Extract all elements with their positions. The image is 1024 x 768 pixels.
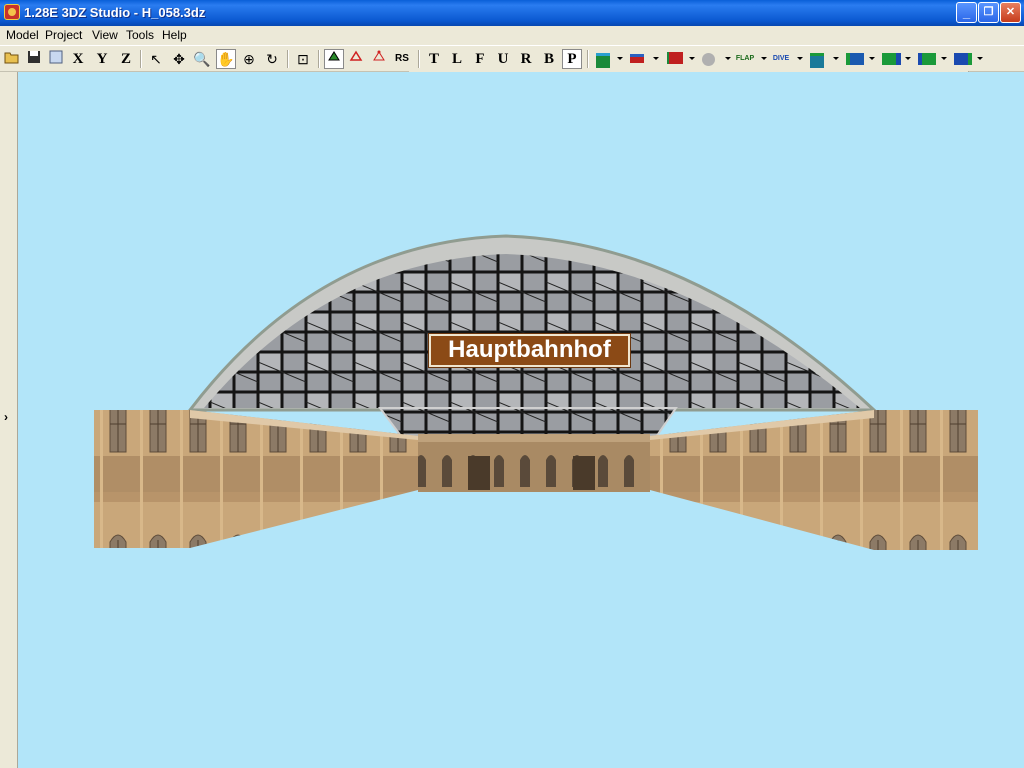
zoom-icon[interactable]: 🔍: [192, 49, 212, 69]
view-top-button[interactable]: T: [424, 49, 444, 69]
arrow-right-tool-icon[interactable]: [951, 49, 972, 69]
menu-model[interactable]: Model: [6, 28, 39, 42]
chevron-down-icon[interactable]: [797, 57, 803, 60]
separator: [418, 50, 420, 68]
separator: [318, 50, 320, 68]
grid-icon[interactable]: [46, 49, 66, 69]
scene-render: [94, 234, 978, 550]
axis-x-button[interactable]: X: [68, 49, 88, 69]
minimize-button[interactable]: _: [956, 2, 977, 23]
vertex-render-icon[interactable]: [369, 49, 389, 69]
circle-tool-icon[interactable]: [699, 49, 719, 69]
arrow-left-tool-icon[interactable]: [915, 49, 936, 69]
pan-hand-icon[interactable]: ✋: [216, 49, 236, 69]
flap-tool-button[interactable]: FLAP: [735, 49, 755, 69]
title-bar: 1.28E 3DZ Studio - H_058.3dz _ ❐ ✕: [0, 0, 1024, 26]
flag-tool-icon[interactable]: [663, 49, 683, 69]
block-tool-icon[interactable]: [843, 49, 864, 69]
menu-project[interactable]: Project: [45, 28, 82, 42]
main-toolbar: X Y Z ↖ ✥ 🔍 ✋ ⊕ ↻ ⊡ RS T L F U R B P FLA…: [0, 45, 1024, 72]
axis-z-button[interactable]: Z: [116, 49, 136, 69]
rail-tool-icon[interactable]: [627, 49, 647, 69]
separator: [587, 50, 589, 68]
chevron-down-icon[interactable]: [941, 57, 947, 60]
orbit-icon[interactable]: ⊕: [239, 49, 259, 69]
platform-tool-icon[interactable]: [807, 49, 827, 69]
window-title: 1.28E 3DZ Studio - H_058.3dz: [24, 5, 206, 20]
save-icon[interactable]: [24, 49, 44, 69]
chevron-down-icon[interactable]: [725, 57, 731, 60]
close-button[interactable]: ✕: [1000, 2, 1021, 23]
open-folder-icon[interactable]: [2, 49, 22, 69]
chevron-down-icon[interactable]: [833, 57, 839, 60]
view-under-button[interactable]: U: [493, 49, 513, 69]
chevron-down-icon[interactable]: [617, 57, 623, 60]
rs-button[interactable]: RS: [392, 49, 412, 69]
view-back-button[interactable]: B: [539, 49, 559, 69]
solid-render-icon[interactable]: [324, 49, 344, 69]
chevron-down-icon[interactable]: [869, 57, 875, 60]
view-right-button[interactable]: R: [516, 49, 536, 69]
menu-view[interactable]: View: [92, 28, 118, 42]
menu-bar: Model Project View Tools Help: [0, 26, 1024, 45]
view-left-button[interactable]: L: [447, 49, 467, 69]
chevron-down-icon[interactable]: [977, 57, 983, 60]
chevron-down-icon[interactable]: [761, 57, 767, 60]
view-perspective-button[interactable]: P: [562, 49, 582, 69]
dive-tool-button[interactable]: DIVE: [771, 49, 791, 69]
select-arrow-icon[interactable]: ↖: [146, 49, 166, 69]
wireframe-render-icon[interactable]: [346, 49, 366, 69]
view-front-button[interactable]: F: [470, 49, 490, 69]
chevron-down-icon[interactable]: [689, 57, 695, 60]
maximize-button[interactable]: ❐: [978, 2, 999, 23]
chevron-down-icon[interactable]: [905, 57, 911, 60]
3d-viewport[interactable]: Hauptbahnhof: [18, 72, 1024, 768]
ground-tool-icon[interactable]: [593, 49, 613, 69]
chevron-down-icon[interactable]: [653, 57, 659, 60]
app-icon[interactable]: [4, 4, 20, 20]
rotate-icon[interactable]: ↻: [262, 49, 282, 69]
expand-panel-icon[interactable]: ›: [4, 410, 8, 424]
roof-tool-icon[interactable]: [879, 49, 901, 69]
menu-tools[interactable]: Tools: [126, 28, 154, 42]
menu-help[interactable]: Help: [162, 28, 187, 42]
separator: [140, 50, 142, 68]
hauptbahnhof-sign: Hauptbahnhof: [428, 333, 631, 368]
left-panel-strip: ›: [0, 72, 18, 768]
zoom-extents-icon[interactable]: ⊡: [293, 49, 313, 69]
move-icon[interactable]: ✥: [169, 49, 189, 69]
axis-y-button[interactable]: Y: [92, 49, 112, 69]
separator: [287, 50, 289, 68]
